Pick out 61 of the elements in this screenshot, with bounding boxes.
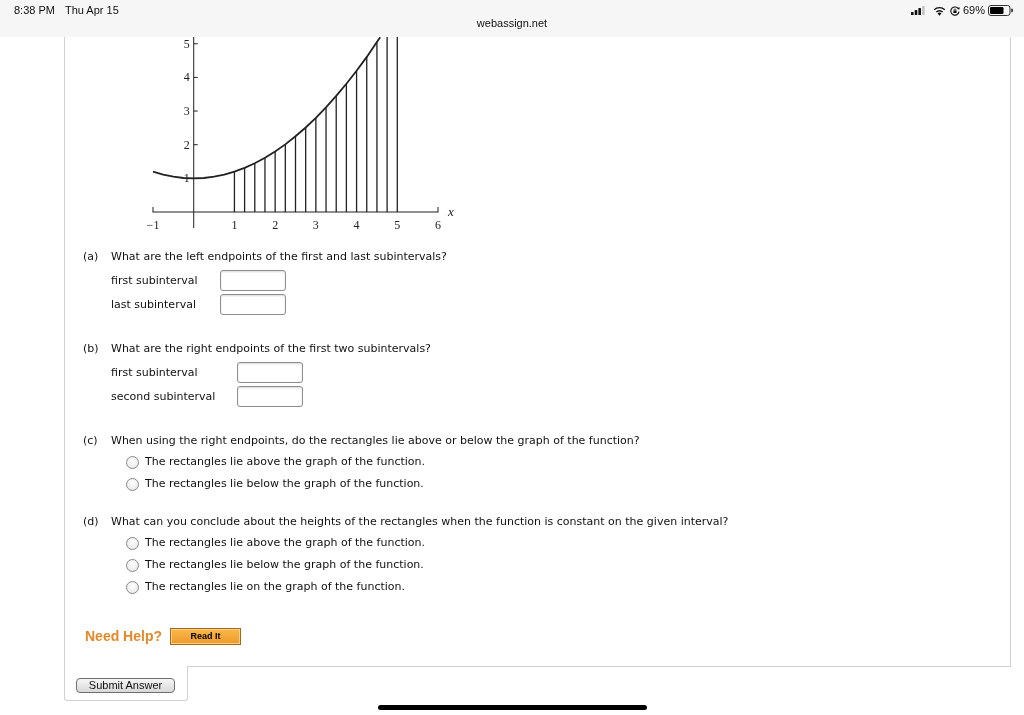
axis-label: x	[448, 204, 454, 219]
vertical-line	[254, 163, 256, 212]
option-label: The rectangles lie on the graph of the function.	[145, 580, 405, 594]
radio-button[interactable]	[126, 558, 139, 572]
vertical-line	[274, 151, 276, 212]
vertical-line	[284, 144, 286, 212]
axis-end-tick	[437, 207, 439, 212]
question-letter: (b)	[83, 342, 100, 356]
answer-field[interactable]	[219, 294, 286, 315]
battery-percent: 69%	[962, 4, 985, 17]
status-time: 8:38 PM	[14, 4, 55, 17]
tick-label: 6	[435, 218, 441, 232]
option-label: The rectangles lie above the graph of the function.	[145, 455, 426, 469]
tick-label: 5	[394, 218, 401, 232]
answer-field[interactable]	[237, 386, 304, 407]
field-label: last subinterval	[111, 297, 197, 312]
question-letter: (d)	[83, 515, 100, 529]
wifi-icon	[932, 5, 946, 16]
option-label: The rectangles lie above the graph of the function.	[145, 536, 426, 550]
axis-tick	[193, 144, 198, 146]
radio-button[interactable]	[126, 580, 139, 594]
question-text: What are the right endpoints of the first two subintervals?	[111, 342, 431, 356]
field-label: first subinterval	[111, 365, 199, 380]
need-help-label: Need Help?	[85, 627, 162, 645]
radio-button[interactable]	[126, 455, 139, 469]
axis-end-tick	[152, 207, 154, 212]
option-label: The rectangles lie below the graph of the function.	[145, 477, 424, 491]
status-date: Thu Apr 15	[64, 4, 119, 17]
vertical-line	[264, 157, 266, 212]
question-text: What can you conclude about the heights of the rectangles when the function is constant on the given interval?	[111, 515, 729, 529]
answer-field[interactable]	[219, 270, 286, 291]
question-letter: (c)	[83, 434, 99, 448]
question-letter: (a)	[83, 250, 100, 264]
submit-answer-button[interactable]: Submit Answer	[76, 678, 175, 693]
radio-button[interactable]	[126, 477, 139, 491]
axis-tick	[193, 76, 198, 78]
option-label: The rectangles lie below the graph of the function.	[145, 558, 424, 572]
question-text: What are the left endpoints of the first and last subintervals?	[111, 250, 447, 264]
field-label: second subinterval	[111, 389, 216, 404]
vertical-line	[243, 167, 246, 212]
tick-label: −1	[146, 218, 160, 232]
address-text: webassign.net	[476, 17, 548, 30]
axis-tick	[193, 110, 198, 112]
rotation-lock-icon	[949, 5, 960, 16]
tick-label: 2	[183, 137, 190, 152]
tick-label: 3	[183, 104, 190, 119]
field-label: first subinterval	[111, 273, 198, 288]
tick-label: 2	[272, 218, 279, 232]
tick-label: 5	[183, 37, 190, 51]
question-text: When using the right endpoints, do the rectangles lie above or below the graph of the function?	[111, 434, 640, 448]
read-it-button[interactable]: Read It	[170, 627, 241, 645]
axis-tick	[193, 43, 198, 45]
signal-icon	[910, 6, 925, 15]
tick-label: 1	[231, 218, 238, 232]
tick-label: 4	[183, 70, 190, 85]
tick-label: 3	[312, 218, 319, 232]
radio-button[interactable]	[126, 536, 139, 550]
tick-label: 4	[353, 218, 360, 232]
battery-icon	[988, 5, 1013, 16]
vertical-line	[233, 171, 236, 212]
answer-field[interactable]	[237, 362, 304, 383]
